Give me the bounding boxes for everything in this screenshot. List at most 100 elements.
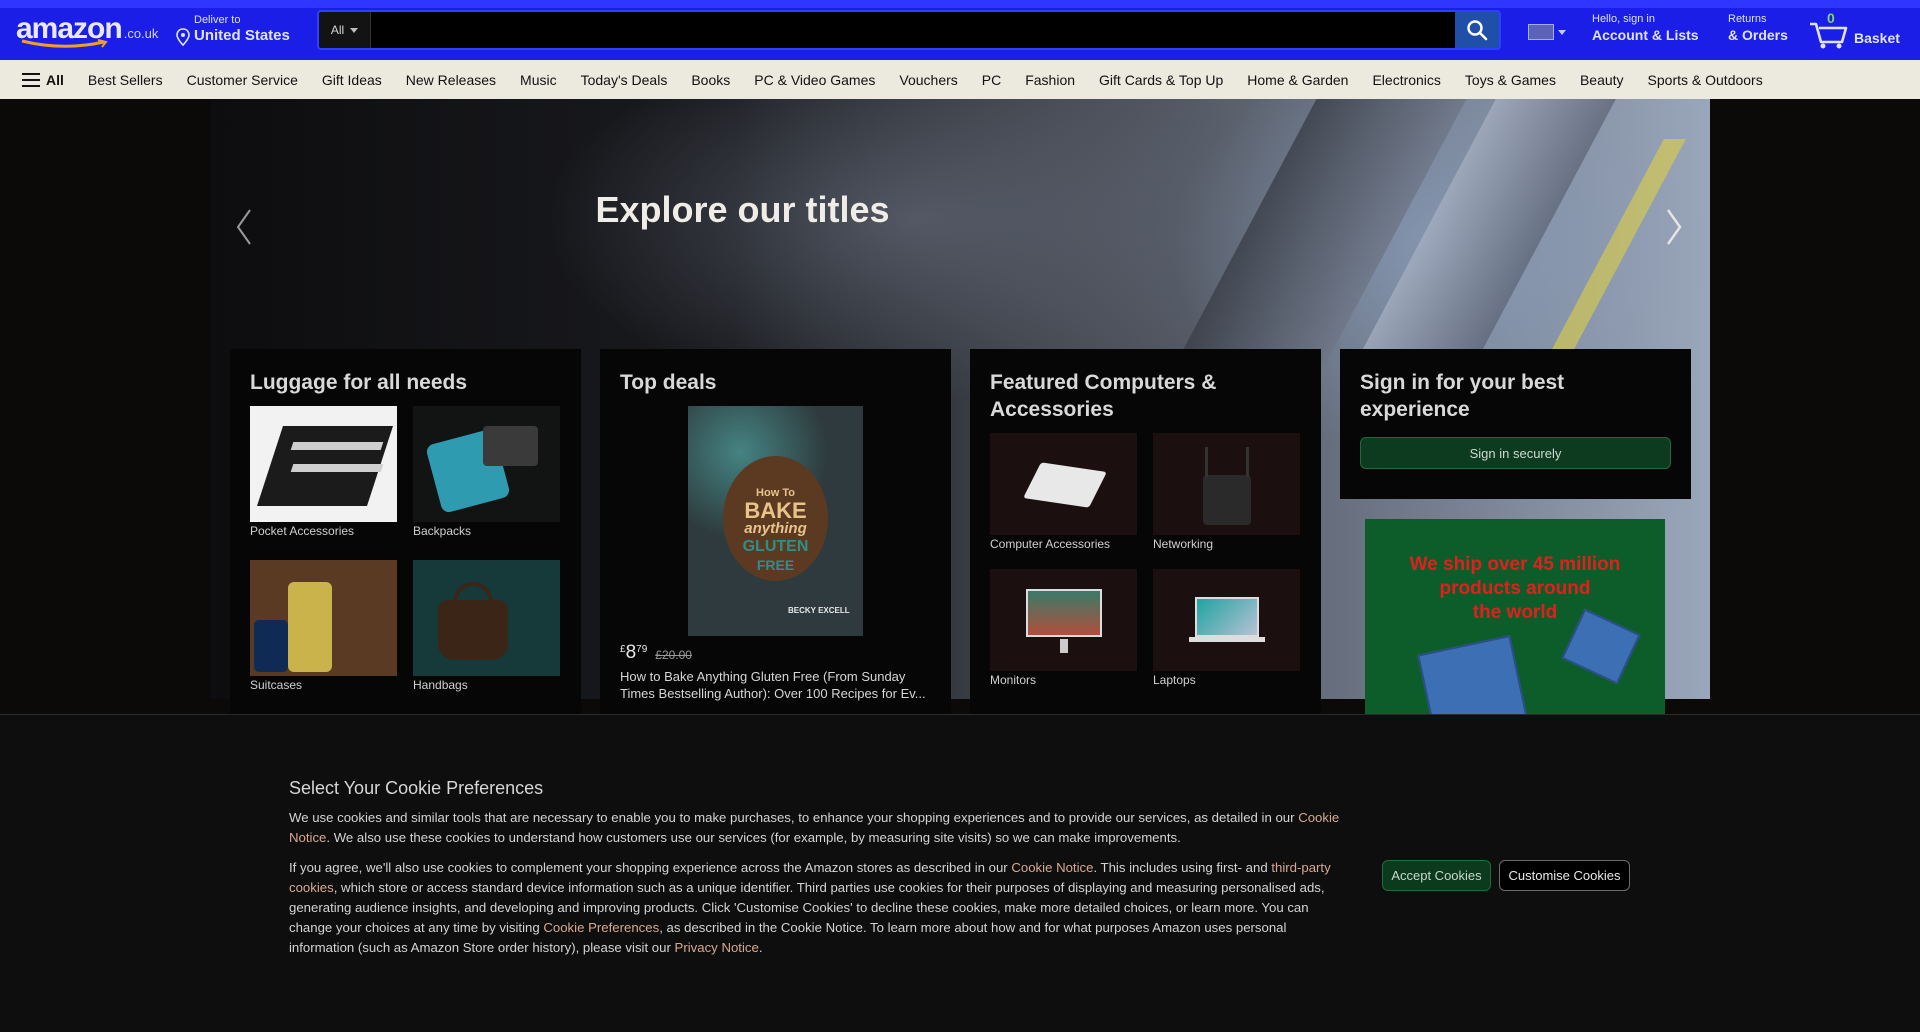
book-cover-line: GLUTEN	[742, 538, 809, 555]
box-icon	[1417, 635, 1528, 714]
nav-pc-video-games[interactable]: PC & Video Games	[754, 72, 875, 88]
returns-label: Returns	[1728, 13, 1767, 25]
luggage-card: Luggage for all needs Pocket Accessories…	[230, 349, 581, 714]
signin-card: Sign in for your best experience Sign in…	[1340, 349, 1691, 499]
logo-tld: .co.uk	[123, 26, 159, 41]
card-title: Sign in for your best experience	[1360, 371, 1565, 421]
privacy-notice-link[interactable]: Privacy Notice	[675, 940, 759, 955]
card-title: Featured Computers & Accessories	[990, 371, 1217, 421]
tile-caption: Backpacks	[413, 524, 472, 538]
amazon-logo[interactable]: amazon .co.uk	[16, 12, 161, 48]
search-button[interactable]	[1455, 12, 1499, 48]
book-author: BECKY EXCELL	[788, 606, 850, 615]
card-title: Top deals	[620, 371, 717, 394]
orders-label: & Orders	[1728, 27, 1788, 43]
carousel-next-icon[interactable]	[1664, 207, 1684, 247]
top-deals-card: Top deals How To BAKE anything GLUTEN FR…	[600, 349, 951, 714]
tile-computer-accessories[interactable]: Computer Accessories	[990, 433, 1137, 565]
tile-caption: Pocket Accessories	[250, 524, 355, 538]
carousel-prev-icon[interactable]	[234, 207, 254, 247]
nav-gift-cards[interactable]: Gift Cards & Top Up	[1099, 72, 1223, 88]
cookie-consent-panel: Select Your Cookie Preferences We use co…	[0, 714, 1920, 1032]
account-menu[interactable]: Hello, sign in Account & Lists	[1592, 12, 1712, 44]
tile-handbags[interactable]: Handbags	[413, 560, 560, 706]
search-bar: All	[317, 10, 1501, 50]
tile-backpacks[interactable]: Backpacks	[413, 406, 560, 552]
shipping-ad[interactable]: We ship over 45 million products around …	[1365, 519, 1665, 714]
caret-down-icon	[1558, 29, 1566, 35]
nav-pc[interactable]: PC	[982, 72, 1001, 88]
location-pin-icon	[176, 28, 190, 46]
cookie-title: Select Your Cookie Preferences	[289, 778, 544, 798]
nav-home-garden[interactable]: Home & Garden	[1247, 72, 1348, 88]
suitcases-image	[250, 560, 397, 676]
language-selector[interactable]	[1528, 22, 1576, 42]
nav-new-releases[interactable]: New Releases	[406, 72, 496, 88]
computers-card: Featured Computers & Accessories Compute…	[970, 349, 1321, 714]
price-whole: 8	[625, 642, 637, 663]
tile-monitors[interactable]: Monitors	[990, 569, 1137, 701]
cookie-preferences-link[interactable]: Cookie Preferences	[543, 920, 659, 935]
backpacks-image	[413, 406, 560, 522]
laptops-image	[1153, 569, 1300, 671]
book-cover-line: BAKE	[744, 498, 807, 523]
deal-price-row: £ 8 79 £20.00	[620, 642, 931, 664]
tile-caption: Computer Accessories	[990, 537, 1111, 551]
cookie-text: We use cookies and similar tools that ar…	[289, 810, 1299, 825]
nav-beauty[interactable]: Beauty	[1580, 72, 1624, 88]
nav-todays-deals[interactable]: Today's Deals	[581, 72, 668, 88]
tile-networking[interactable]: Networking	[1153, 433, 1300, 565]
deliver-location: United States	[194, 27, 290, 44]
tile-pocket-accessories[interactable]: Pocket Accessories	[250, 406, 397, 552]
all-label: All	[46, 71, 64, 88]
basket-label: Basket	[1854, 30, 1900, 46]
tile-suitcases[interactable]: Suitcases	[250, 560, 397, 706]
tile-caption: Suitcases	[250, 678, 303, 692]
deal-product-image[interactable]: How To BAKE anything GLUTEN FREE BECKY E…	[688, 406, 863, 636]
hamburger-icon	[22, 72, 40, 87]
returns-orders[interactable]: Returns & Orders	[1728, 12, 1798, 44]
search-category-select[interactable]: All	[319, 12, 371, 48]
shipping-ad-text: We ship over 45 million products around …	[1365, 553, 1665, 625]
nav-fashion[interactable]: Fashion	[1025, 72, 1075, 88]
ad-line: We ship over 45 million	[1409, 554, 1621, 575]
tile-laptops[interactable]: Laptops	[1153, 569, 1300, 701]
nav-music[interactable]: Music	[520, 72, 557, 88]
top-header: amazon .co.uk Deliver to United States Al…	[0, 0, 1920, 60]
ad-line: products around	[1439, 578, 1591, 599]
sign-in-button[interactable]: Sign in securely	[1360, 437, 1671, 469]
book-cover-text: How To BAKE anything GLUTEN FREE	[688, 484, 863, 574]
book-cover-line: FREE	[756, 557, 795, 573]
card-title: Luggage for all needs	[250, 371, 468, 394]
handbags-image	[413, 560, 560, 676]
computer-accessories-image	[990, 433, 1137, 535]
nav-sports-outdoors[interactable]: Sports & Outdoors	[1648, 72, 1763, 88]
accept-cookies-button[interactable]: Accept Cookies	[1382, 860, 1491, 891]
nav-books[interactable]: Books	[691, 72, 730, 88]
deal-description[interactable]: How to Bake Anything Gluten Free (From S…	[620, 668, 931, 702]
deal-price: £ 8 79	[620, 642, 647, 664]
networking-image	[1153, 433, 1300, 535]
nav-toys-games[interactable]: Toys & Games	[1465, 72, 1556, 88]
nav-customer-service[interactable]: Customer Service	[187, 72, 298, 88]
nav-electronics[interactable]: Electronics	[1372, 72, 1440, 88]
nav-vouchers[interactable]: Vouchers	[899, 72, 957, 88]
cookie-text: .	[758, 940, 763, 955]
nav-best-sellers[interactable]: Best Sellers	[88, 72, 163, 88]
cookie-notice-link[interactable]: Cookie Notice	[1011, 860, 1093, 875]
nav-gift-ideas[interactable]: Gift Ideas	[322, 72, 382, 88]
all-menu-button[interactable]: All	[22, 72, 64, 88]
customise-cookies-button[interactable]: Customise Cookies	[1499, 860, 1630, 891]
basket-button[interactable]: 0 Basket	[1808, 10, 1904, 50]
ad-line: the world	[1472, 602, 1558, 623]
price-fraction: 79	[636, 644, 648, 655]
smile-icon	[21, 39, 108, 48]
search-input[interactable]	[371, 12, 1455, 48]
caret-down-icon	[350, 27, 359, 33]
monitors-image	[990, 569, 1137, 671]
price-old: £20.00	[655, 648, 692, 662]
category-nav: All Best Sellers Customer Service Gift I…	[0, 60, 1920, 99]
account-lists: Account & Lists	[1592, 27, 1699, 43]
cookie-text: If you agree, we'll also use cookies to …	[289, 860, 1012, 875]
deliver-to[interactable]: Deliver to United States	[176, 14, 294, 48]
